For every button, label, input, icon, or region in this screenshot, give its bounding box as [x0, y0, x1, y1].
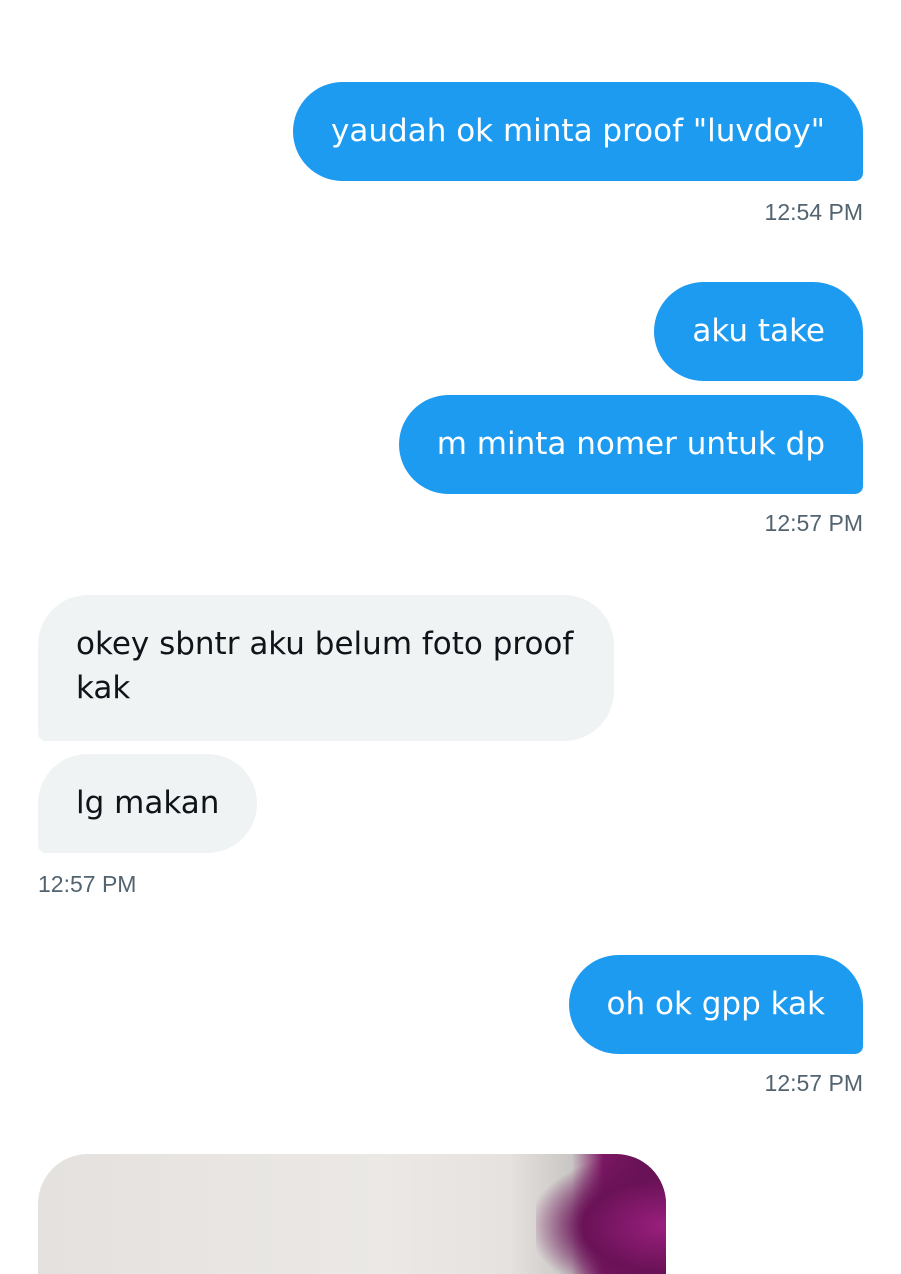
sent-message-bubble[interactable]: yaudah ok minta proof "luvdoy": [293, 82, 863, 181]
message-timestamp: 12:57 PM: [764, 510, 863, 536]
received-photo-attachment[interactable]: [38, 1154, 666, 1274]
message-timestamp: 12:57 PM: [38, 871, 137, 897]
sent-message-bubble[interactable]: aku take: [654, 282, 863, 381]
sent-message-bubble[interactable]: m minta nomer untuk dp: [398, 395, 863, 494]
message-timestamp: 12:57 PM: [764, 1070, 863, 1096]
sent-message-bubble[interactable]: oh ok gpp kak: [568, 955, 863, 1054]
message-timestamp: 12:54 PM: [764, 199, 863, 225]
photo-content: [536, 1154, 666, 1274]
received-message-bubble[interactable]: okey sbntr aku belum foto proof kak: [38, 595, 614, 741]
received-message-bubble[interactable]: lg makan: [38, 754, 258, 853]
